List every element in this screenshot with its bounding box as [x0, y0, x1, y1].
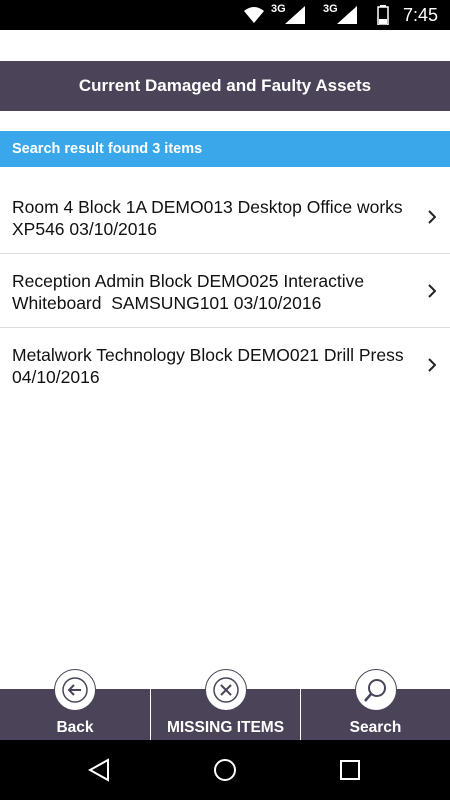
list-item-text: Metalwork Technology Block DEMO021 Drill… [12, 345, 419, 387]
list-item[interactable]: Reception Admin Block DEMO025 Interactiv… [0, 254, 450, 328]
back-triangle-icon[interactable] [87, 758, 110, 787]
status-bar: 3G 3G 7:45 [0, 0, 450, 30]
list-item-text: Room 4 Block 1A DEMO013 Desktop Office w… [12, 197, 408, 239]
chevron-right-icon [428, 358, 437, 377]
recents-square-icon[interactable] [339, 758, 361, 787]
system-nav-bar [0, 740, 450, 800]
network-type-label: 3G [322, 3, 338, 15]
result-summary-bar: Search result found 3 items [0, 131, 450, 167]
list-item-text: Reception Admin Block DEMO025 Interactiv… [12, 271, 369, 313]
missing-items-button[interactable]: MISSING ITEMS [150, 669, 300, 740]
missing-items-label: MISSING ITEMS [166, 719, 285, 736]
header-bar: Current Damaged and Faulty Assets [0, 61, 450, 111]
chevron-right-icon [428, 284, 437, 303]
search-label: Search [349, 719, 402, 736]
list-item[interactable]: Metalwork Technology Block DEMO021 Drill… [0, 328, 450, 402]
asset-list: Room 4 Block 1A DEMO013 Desktop Office w… [0, 180, 450, 402]
network-indicator-2: 3G [323, 0, 363, 30]
search-icon[interactable] [354, 669, 397, 711]
page-title: Current Damaged and Faulty Assets [78, 76, 372, 95]
result-summary-text: Search result found 3 items [12, 141, 203, 157]
status-icons: 3G 3G 7:45 [243, 0, 450, 30]
home-circle-icon[interactable] [213, 758, 237, 787]
back-button[interactable]: Back [0, 669, 150, 740]
wifi-icon [243, 6, 265, 24]
chevron-right-icon [428, 210, 437, 229]
back-label: Back [56, 719, 94, 736]
search-button[interactable]: Search [300, 669, 450, 740]
spacer [0, 30, 450, 61]
network-type-label: 3G [270, 3, 286, 15]
battery-icon [377, 5, 389, 26]
network-indicator-1: 3G [271, 0, 311, 30]
arrow-left-icon[interactable] [54, 669, 96, 711]
close-icon[interactable] [204, 669, 247, 711]
bottom-nav: Back MISSING ITEMS Search [0, 669, 450, 740]
list-item[interactable]: Room 4 Block 1A DEMO013 Desktop Office w… [0, 180, 450, 254]
clock: 7:45 [402, 4, 438, 25]
